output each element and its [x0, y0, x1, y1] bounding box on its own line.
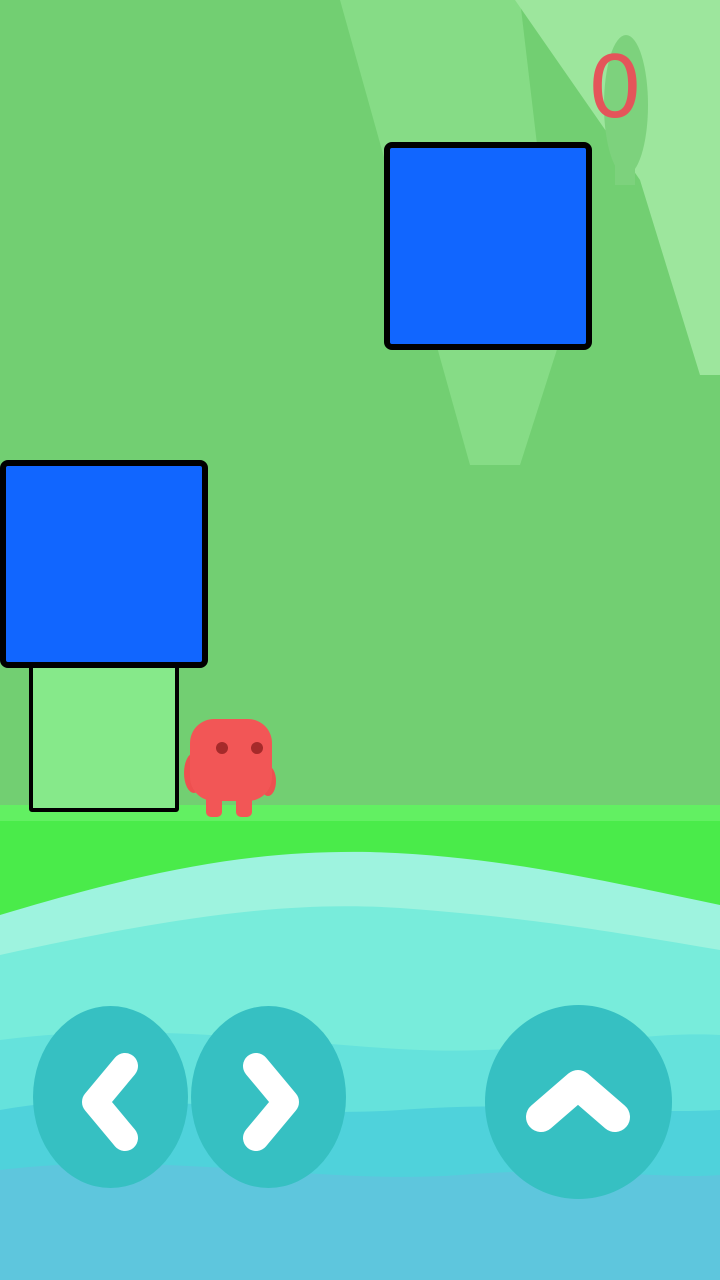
landed-block: [0, 460, 208, 668]
game-canvas[interactable]: 0: [0, 0, 720, 1280]
falling-block: [384, 142, 592, 350]
score-counter: 0: [587, 38, 643, 138]
move-right-button[interactable]: [191, 1006, 346, 1188]
chevron-right-icon: [243, 1053, 299, 1151]
stacked-block-ghost: [29, 660, 179, 812]
chevron-up-icon: [526, 1070, 630, 1132]
chevron-left-icon: [82, 1053, 138, 1151]
player-character: [184, 719, 276, 817]
jump-button[interactable]: [485, 1005, 672, 1199]
move-left-button[interactable]: [33, 1006, 188, 1188]
